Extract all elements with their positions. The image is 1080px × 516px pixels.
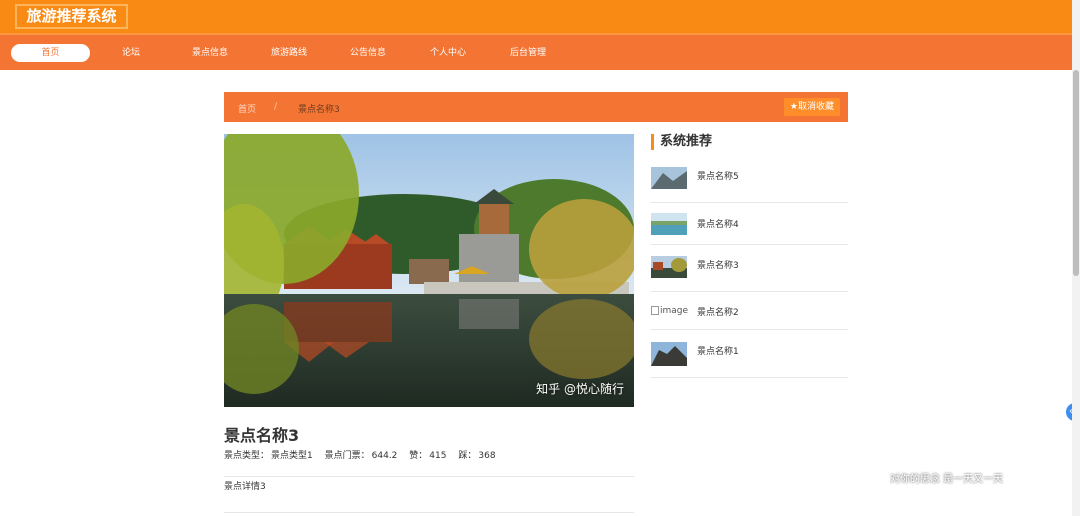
ticket-value: 644.2 — [371, 451, 398, 461]
recommend-item[interactable]: 景点名称1 — [651, 342, 848, 372]
recommend-thumbnail[interactable] — [651, 256, 687, 278]
recommend-item[interactable]: 景点名称3 — [651, 256, 848, 286]
recommend-name[interactable]: 景点名称1 — [697, 344, 739, 357]
lake-thumbnail — [651, 213, 687, 235]
unfavorite-label: 取消收藏 — [797, 102, 834, 112]
divider — [224, 476, 634, 477]
summer-palace-illustration — [224, 134, 634, 407]
palace-thumbnail — [651, 256, 687, 278]
photo-watermark: 知乎 @悦心随行 — [536, 382, 624, 396]
divider — [651, 244, 848, 245]
recommend-thumbnail[interactable] — [651, 342, 687, 366]
recommend-name[interactable]: 景点名称4 — [697, 217, 739, 230]
divider — [651, 329, 848, 330]
mountain-thumbnail — [651, 167, 687, 189]
breadcrumb-current: 景点名称3 — [298, 105, 340, 115]
star-icon: ★ — [789, 102, 798, 112]
nav-home[interactable]: 首页 — [11, 44, 90, 62]
attraction-description: 景点详情3 — [224, 482, 266, 492]
divider — [651, 377, 848, 378]
broken-image-icon — [651, 306, 659, 315]
nav-forum[interactable]: 论坛 — [110, 44, 152, 62]
top-header: 旅游推荐系统 — [0, 0, 1080, 33]
recommend-item[interactable]: 景点名称4 — [651, 213, 848, 243]
broken-image-alt: image — [660, 306, 689, 316]
recommend-thumbnail[interactable] — [651, 213, 687, 235]
recommend-item[interactable]: 景点名称5 — [651, 167, 848, 197]
unfavorite-button[interactable]: ★取消收藏 — [783, 98, 840, 116]
recommend-name[interactable]: 景点名称5 — [697, 169, 739, 182]
attraction-title: 景点名称3 — [224, 426, 300, 445]
scrollbar-thumb[interactable] — [1073, 70, 1079, 276]
page-scrollbar[interactable] — [1072, 0, 1080, 516]
nav-routes[interactable]: 旅游路线 — [264, 44, 314, 62]
site-brand[interactable]: 旅游推荐系统 — [15, 4, 128, 29]
nav-profile[interactable]: 个人中心 — [423, 44, 473, 62]
ticket-label: 景点门票： — [324, 451, 370, 461]
nav-admin[interactable]: 后台管理 — [503, 44, 553, 62]
breadcrumb-home[interactable]: 首页 — [238, 102, 256, 115]
divider — [651, 202, 848, 203]
recommend-name[interactable]: 景点名称3 — [697, 258, 739, 271]
dislike-label: 踩： — [458, 451, 477, 461]
nav-attractions[interactable]: 景点信息 — [185, 44, 235, 62]
attraction-photo: 知乎 @悦心随行 — [224, 134, 634, 407]
cliff-thumbnail — [651, 342, 687, 366]
breadcrumb: 首页 / 景点名称3 ★取消收藏 — [224, 92, 848, 122]
recommend-heading: 系统推荐 — [651, 134, 712, 150]
divider — [224, 512, 634, 513]
broken-image[interactable]: image — [651, 306, 688, 316]
nav-notices[interactable]: 公告信息 — [343, 44, 393, 62]
recommend-thumbnail[interactable] — [651, 167, 687, 189]
attraction-meta: 景点类型： 景点类型1 景点门票： 644.2 赞： 415 踩： 368 — [224, 448, 498, 461]
type-value: 景点类型1 — [271, 451, 313, 461]
type-label: 景点类型： — [224, 451, 270, 461]
like-value: 415 — [429, 451, 447, 461]
main-nav: 首页 论坛 景点信息 旅游路线 公告信息 个人中心 后台管理 — [0, 33, 1080, 70]
divider — [651, 291, 848, 292]
like-label: 赞： — [409, 451, 428, 461]
recommend-name[interactable]: 景点名称2 — [697, 305, 739, 318]
dislike-value: 368 — [478, 451, 496, 461]
breadcrumb-separator: / — [274, 102, 278, 112]
footer-slogan: 对你的思念 是一天又一天 — [890, 474, 1004, 485]
recommend-item[interactable]: image 景点名称2 — [651, 304, 848, 324]
